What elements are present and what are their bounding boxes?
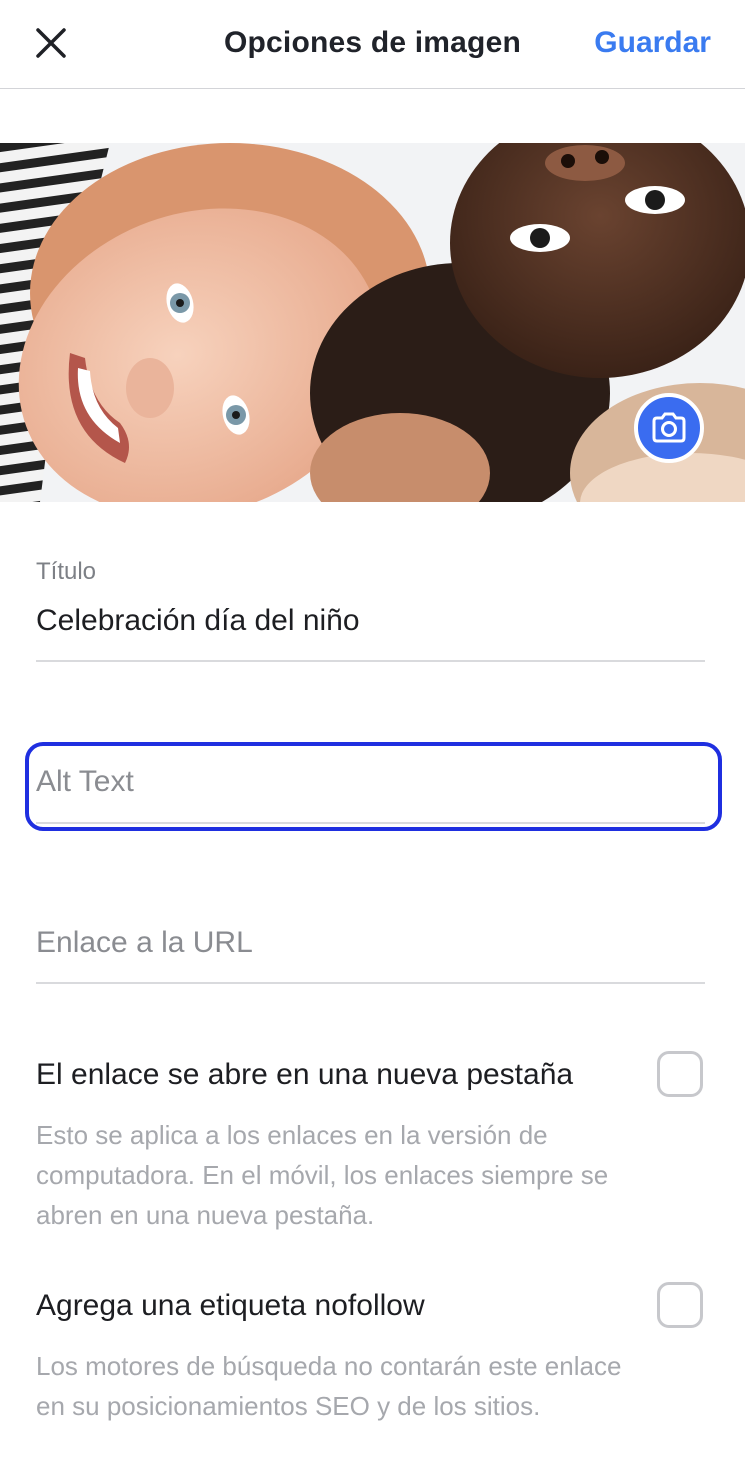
photo-illustration xyxy=(0,143,745,502)
alt-text-underline xyxy=(36,822,705,824)
new-tab-option-label: El enlace se abre en una nueva pestaña xyxy=(36,1058,574,1091)
top-bar: Opciones de imagen Guardar xyxy=(0,0,745,89)
nofollow-desc-line-1: Los motores de búsqueda no contarán este… xyxy=(36,1351,622,1381)
nofollow-checkbox[interactable] xyxy=(657,1282,703,1328)
url-field-underline xyxy=(36,982,705,984)
title-field-underline xyxy=(36,660,705,662)
image-preview xyxy=(0,143,745,502)
new-tab-checkbox[interactable] xyxy=(657,1051,703,1097)
title-input[interactable]: Celebración día del niño xyxy=(36,604,360,638)
new-tab-desc-line-2: computadora. En el móvil, los enlaces si… xyxy=(36,1160,609,1190)
nofollow-option-label: Agrega una etiqueta nofollow xyxy=(36,1289,425,1322)
new-tab-option-description: Esto se aplica a los enlaces en la versi… xyxy=(36,1115,696,1235)
new-tab-desc-line-3: abren en una nueva pestaña. xyxy=(36,1200,375,1230)
url-input[interactable]: Enlace a la URL xyxy=(36,926,253,960)
camera-icon xyxy=(652,412,686,443)
new-tab-desc-line-1: Esto se aplica a los enlaces en la versi… xyxy=(36,1120,548,1150)
alt-text-placeholder: Alt Text xyxy=(36,765,134,798)
title-field-label: Título xyxy=(36,558,97,585)
change-image-button[interactable] xyxy=(634,393,704,463)
save-button[interactable]: Guardar xyxy=(594,26,711,60)
nofollow-desc-line-2: en su posicionamientos SEO y de los siti… xyxy=(36,1391,541,1421)
nofollow-option-description: Los motores de búsqueda no contarán este… xyxy=(36,1346,696,1426)
